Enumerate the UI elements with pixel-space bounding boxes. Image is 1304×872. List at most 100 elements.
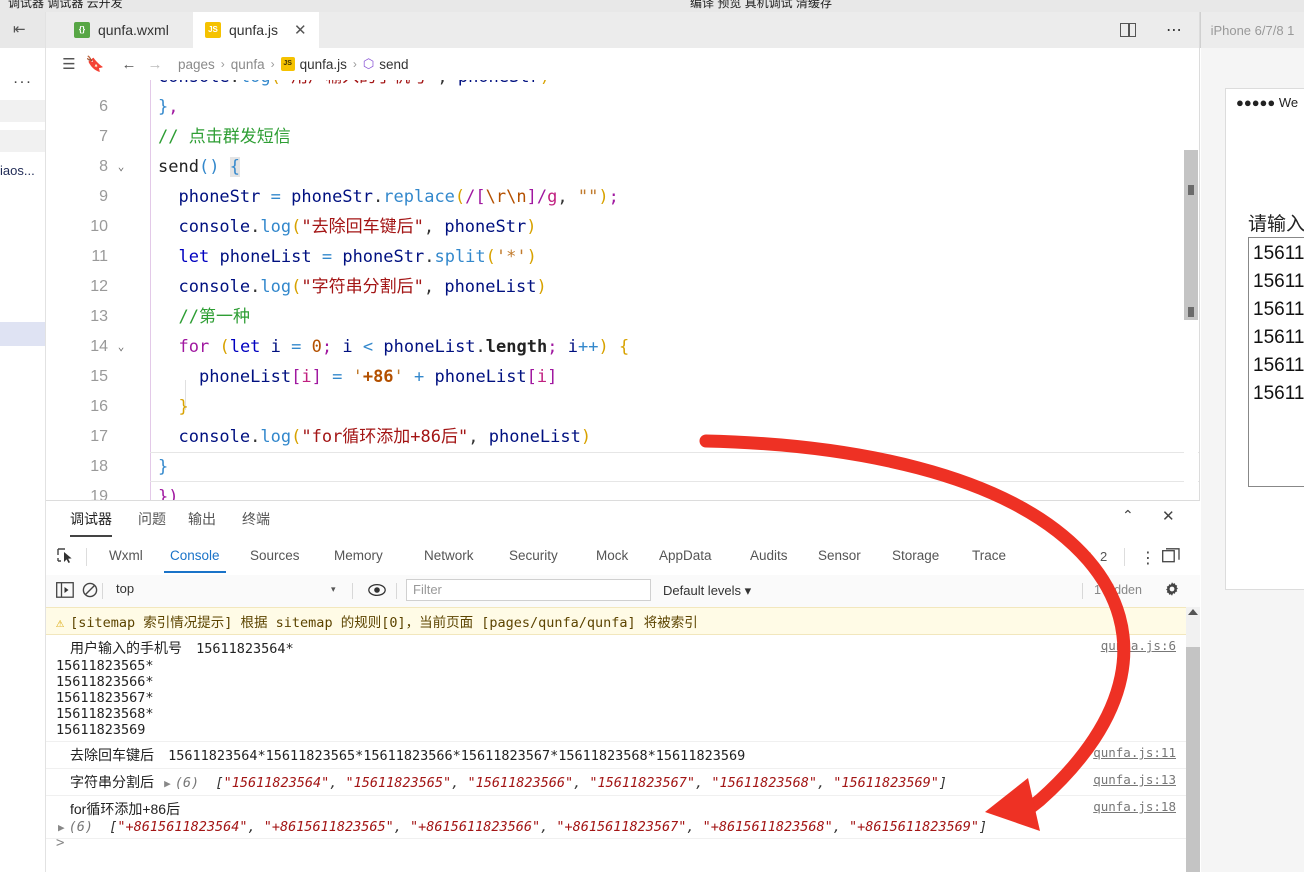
chevron-down-icon[interactable]: ▾	[331, 584, 336, 595]
outline-icon[interactable]: ☰	[56, 55, 82, 73]
tab-trace[interactable]: Trace	[972, 548, 1006, 563]
expand-triangle-icon[interactable]: ▶	[164, 777, 171, 790]
console-value: 15611823567*	[56, 690, 154, 706]
inspect-element-icon[interactable]	[56, 547, 76, 565]
devtools-more-icon[interactable]: ⋮	[1140, 548, 1156, 568]
console-row-warning[interactable]: ⚠ [sitemap 索引情况提示] 根据 sitemap 的规则[0]，当前页面…	[46, 607, 1186, 635]
console-row-log[interactable]: 用户输入的手机号 15611823564* 15611823565* 15611…	[46, 635, 1186, 742]
phone-textarea[interactable]: 15611823564* 15611823565* 15611823566* 1…	[1248, 237, 1304, 487]
rail-truncated-item[interactable]: iaos...	[0, 160, 46, 182]
console-source-link[interactable]: qunfa.js:11	[1093, 745, 1176, 760]
console-output[interactable]: ⚠ [sitemap 索引情况提示] 根据 sitemap 的规则[0]，当前页面…	[46, 607, 1186, 857]
code-line: 19 }	[46, 452, 1200, 500]
navigate-forward-icon[interactable]: →	[142, 56, 168, 73]
breadcrumb-bar: ☰ 🔖 ← → pages › qunfa › JS qunfa.js › ⬡ …	[46, 48, 1200, 80]
tab-output[interactable]: 输出	[188, 509, 216, 529]
js-file-icon: JS	[205, 22, 221, 38]
breadcrumb-item-file[interactable]: qunfa.js	[300, 57, 347, 72]
more-horizontal-icon: ⋯	[1166, 22, 1183, 39]
textarea-line: 15611823564*	[1253, 243, 1304, 264]
console-source-link[interactable]: qunfa.js:13	[1093, 772, 1176, 787]
tab-qunfa-wxml[interactable]: {} qunfa.wxml	[62, 12, 181, 48]
array-item: "15611823566"	[467, 775, 574, 791]
textarea-line: 15611823569	[1253, 383, 1304, 404]
navigate-back-icon[interactable]: ←	[116, 56, 142, 73]
array-item: "+8615611823564"	[117, 819, 248, 835]
console-source-link[interactable]: qunfa.js:6	[1101, 638, 1176, 653]
array-item: "15611823569"	[833, 775, 939, 791]
tab-terminal[interactable]: 终端	[242, 509, 270, 529]
tab-audits[interactable]: Audits	[750, 548, 788, 563]
split-editor-button[interactable]	[1120, 12, 1136, 48]
console-source-link[interactable]: qunfa.js:18	[1093, 799, 1176, 814]
toolbar-divider	[86, 548, 87, 566]
hidden-messages-label: 1 hidden	[1094, 583, 1142, 597]
debugger-panel: 调试器 问题 输出 终端 ⌃ ✕ Wxml Console Sources Me…	[46, 500, 1200, 872]
breadcrumb-item-pages[interactable]: pages	[178, 57, 215, 72]
tab-wxml[interactable]: Wxml	[109, 548, 143, 563]
expand-triangle-icon[interactable]: ▶	[58, 821, 65, 834]
breadcrumb-item-qunfa[interactable]: qunfa	[231, 57, 265, 72]
breadcrumb-separator: ›	[220, 57, 225, 71]
filter-input[interactable]: Filter	[406, 579, 651, 601]
scroll-up-icon[interactable]	[1188, 609, 1198, 615]
left-activity-rail: ⇤ ... iaos...	[0, 12, 46, 872]
console-scrollbar-thumb[interactable]	[1186, 647, 1200, 872]
bookmark-icon[interactable]: 🔖	[82, 55, 108, 73]
editor-more-actions-button[interactable]: ⋯	[1166, 12, 1183, 48]
console-input-prompt[interactable]: >	[56, 835, 64, 851]
tab-network[interactable]: Network	[424, 548, 474, 563]
breadcrumb-item-symbol[interactable]: send	[379, 57, 408, 72]
live-expression-icon[interactable]	[368, 583, 386, 597]
tab-mock[interactable]: Mock	[596, 548, 628, 563]
code-editor[interactable]: 6 console.log("用户输入的手机号", phoneStr) 7 },…	[46, 80, 1200, 500]
textarea-line: 15611823567*	[1253, 327, 1304, 348]
tab-sources[interactable]: Sources	[250, 548, 300, 563]
dock-panel-icon[interactable]	[1162, 548, 1180, 566]
code-line: 18 console.log("for循环添加+86后", phoneList)	[46, 422, 1200, 475]
rail-more-icon[interactable]: ...	[6, 68, 40, 90]
close-icon[interactable]: ✕	[294, 23, 307, 38]
top-menu-right[interactable]: 编译 预览 真机调试 清缓存	[690, 0, 832, 11]
tab-qunfa-js[interactable]: JS qunfa.js ✕	[193, 12, 319, 48]
editor-scroll-marker	[1188, 307, 1194, 317]
panel-tab-strip: 调试器 问题 输出 终端 ⌃ ✕	[46, 501, 1200, 539]
execution-context-select[interactable]: top	[116, 581, 346, 601]
tab-storage[interactable]: Storage	[892, 548, 939, 563]
close-panel-icon[interactable]: ✕	[1162, 507, 1175, 525]
sidebar-collapse-icon[interactable]: ⇤	[13, 20, 35, 40]
log-levels-select[interactable]: Default levels ▾	[663, 583, 751, 599]
tab-memory[interactable]: Memory	[334, 548, 383, 563]
tab-debugger[interactable]: 调试器	[70, 509, 112, 537]
devtools-tab-strip: Wxml Console Sources Memory Network Secu…	[46, 539, 1200, 576]
tab-security[interactable]: Security	[509, 548, 558, 563]
tab-label: qunfa.js	[229, 22, 279, 38]
top-menu-left[interactable]: 调试器 调试器 云开发	[8, 0, 123, 11]
console-sidebar-icon[interactable]	[56, 582, 74, 601]
tab-sensor[interactable]: Sensor	[818, 548, 861, 563]
toolbar-divider	[1082, 583, 1083, 599]
tab-console[interactable]: Console	[164, 548, 226, 573]
tab-problems[interactable]: 问题	[138, 509, 166, 529]
tab-appdata[interactable]: AppData	[659, 548, 712, 563]
breadcrumb-separator: ›	[352, 57, 357, 71]
console-filter-bar: top ▾ Filter Default levels ▾ 1 hidden	[46, 575, 1200, 608]
console-row-array-multiline[interactable]: for循环添加+86后 ▶ (6) ["+8615611823564", "+86…	[46, 796, 1186, 839]
phone-status-bar: ●●●●● We	[1236, 95, 1299, 110]
rail-header: ⇤	[0, 12, 46, 48]
textarea-line: 15611823566*	[1253, 299, 1304, 320]
code-line: 10 phoneStr = phoneStr.replace(/[\r\n]/g…	[46, 182, 1200, 235]
warning-count-badge[interactable]: 2	[1084, 549, 1107, 564]
console-row-log[interactable]: 去除回车键后 15611823564*15611823565*156118235…	[46, 742, 1186, 769]
console-row-array[interactable]: 字符串分割后 ▶ (6) ["15611823564", "15611823565…	[46, 769, 1186, 796]
collapse-panel-icon[interactable]: ⌃	[1122, 507, 1134, 524]
fold-toggle-icon[interactable]: ⌄	[114, 152, 128, 182]
toolbar-divider	[102, 583, 103, 599]
fold-toggle-icon[interactable]: ⌄	[114, 332, 128, 362]
rail-selected-item[interactable]	[0, 322, 46, 346]
clear-console-icon[interactable]	[82, 582, 98, 601]
array-item: "+8615611823567"	[556, 819, 687, 835]
gear-icon[interactable]	[1164, 581, 1180, 602]
device-name[interactable]: iPhone 6/7/8 1	[1211, 23, 1295, 38]
editor-scrollbar-thumb[interactable]	[1184, 150, 1198, 320]
